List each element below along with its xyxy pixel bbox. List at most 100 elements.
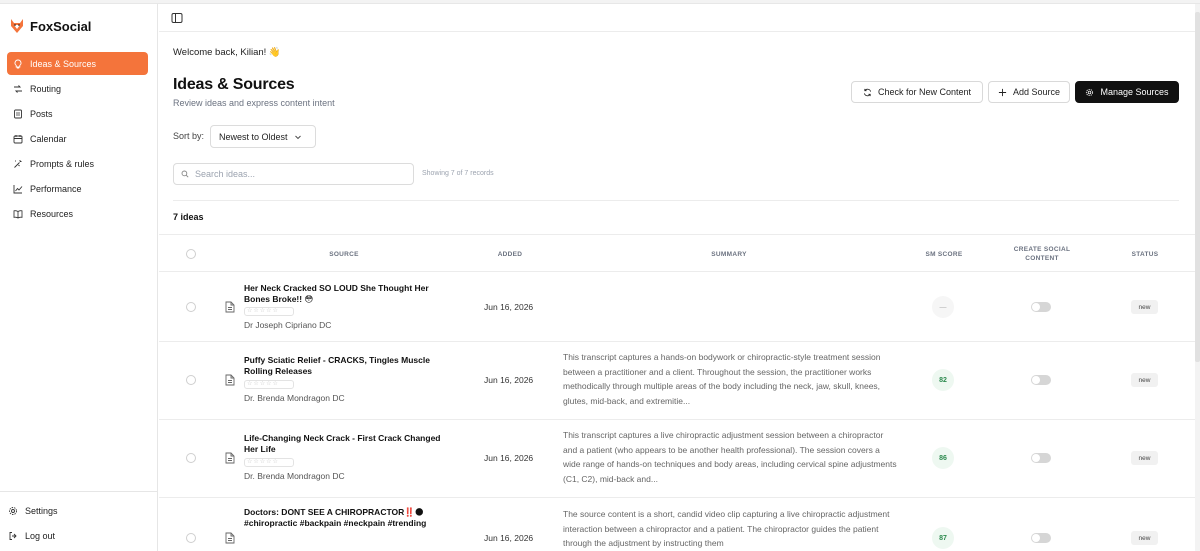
idea-added-date: Jun 16, 2026 bbox=[484, 453, 534, 463]
wand-icon bbox=[14, 159, 22, 168]
sidebar-item-performance[interactable]: Performance bbox=[7, 177, 148, 200]
sidebar-item-label: Log out bbox=[25, 530, 56, 541]
idea-title[interactable]: Puffy Sciatic Relief - CRACKS, Tingles M… bbox=[244, 355, 454, 377]
rating-stars[interactable]: ☆☆☆☆☆ bbox=[244, 380, 294, 389]
row-checkbox[interactable] bbox=[186, 453, 196, 463]
document-icon bbox=[225, 374, 235, 386]
section-divider bbox=[173, 200, 1179, 201]
sidebar-item-settings[interactable]: Settings bbox=[2, 499, 152, 522]
sidebar: FoxSocial Ideas & Sources Routing Posts … bbox=[0, 4, 158, 551]
table-row[interactable]: Her Neck Cracked SO LOUD She Thought Her… bbox=[159, 272, 1195, 342]
sidebar-item-routing[interactable]: Routing bbox=[7, 77, 148, 100]
book-icon bbox=[13, 209, 23, 219]
sidebar-item-label: Resources bbox=[30, 208, 74, 219]
manage-sources-button[interactable]: Manage Sources bbox=[1075, 81, 1179, 103]
document-icon bbox=[14, 109, 22, 118]
routing-icon bbox=[14, 84, 22, 93]
select-all-checkbox[interactable] bbox=[186, 249, 196, 259]
idea-author: Dr. Brenda Mondragon DC bbox=[244, 393, 345, 403]
column-create-social-content[interactable]: CREATE SOCIAL CONTENT bbox=[1009, 245, 1075, 263]
sidebar-divider bbox=[0, 491, 158, 492]
row-checkbox[interactable] bbox=[186, 302, 196, 312]
header-divider bbox=[159, 31, 1195, 32]
idea-title[interactable]: Her Neck Cracked SO LOUD She Thought Her… bbox=[244, 283, 454, 305]
idea-title[interactable]: Life-Changing Neck Crack - First Crack C… bbox=[244, 433, 454, 455]
sm-score-badge: 86 bbox=[932, 447, 954, 469]
sidebar-item-label: Performance bbox=[30, 183, 82, 194]
sidebar-item-prompts-rules[interactable]: Prompts & rules bbox=[7, 152, 148, 175]
search-box[interactable] bbox=[173, 163, 414, 185]
chevron-down-icon bbox=[294, 135, 301, 139]
sidebar-item-calendar[interactable]: Calendar bbox=[7, 127, 148, 150]
check-new-content-button[interactable]: Check for New Content bbox=[851, 81, 983, 103]
plus-icon bbox=[998, 88, 1007, 96]
create-content-toggle[interactable] bbox=[1031, 375, 1051, 385]
add-source-button[interactable]: Add Source bbox=[988, 81, 1070, 103]
gear-icon bbox=[9, 506, 17, 515]
sidebar-item-label: Ideas & Sources bbox=[30, 58, 97, 69]
idea-added-date: Jun 16, 2026 bbox=[484, 302, 534, 312]
idea-title[interactable]: Doctors: DONT SEE A CHIROPRACTOR‼️🌑 #chi… bbox=[244, 507, 454, 529]
create-content-toggle[interactable] bbox=[1031, 302, 1051, 312]
rating-stars[interactable]: ☆☆☆☆☆ bbox=[244, 307, 294, 316]
column-status[interactable]: STATUS bbox=[1115, 250, 1175, 259]
idea-summary: This transcript captures a hands-on body… bbox=[563, 352, 881, 406]
sidebar-item-label: Prompts & rules bbox=[30, 158, 95, 169]
idea-added-date: Jun 16, 2026 bbox=[484, 375, 534, 385]
table-row[interactable]: Puffy Sciatic Relief - CRACKS, Tingles M… bbox=[159, 342, 1195, 420]
idea-author: Dr. Brenda Mondragon DC bbox=[244, 471, 345, 481]
document-icon bbox=[225, 301, 235, 313]
records-count: Showing 7 of 7 records bbox=[422, 170, 494, 177]
brand[interactable]: FoxSocial bbox=[10, 16, 91, 36]
status-badge: new bbox=[1131, 451, 1158, 465]
sidebar-item-ideas-sources[interactable]: Ideas & Sources bbox=[7, 52, 148, 75]
column-added[interactable]: ADDED bbox=[480, 250, 540, 259]
check-new-content-label: Check for New Content bbox=[877, 87, 972, 97]
column-summary[interactable]: SUMMARY bbox=[689, 250, 769, 259]
sidebar-item-logout[interactable]: Log out bbox=[2, 524, 152, 547]
welcome-message: Welcome back, Kilian! 👋 bbox=[173, 47, 281, 58]
page-scrollbar[interactable] bbox=[1195, 4, 1200, 551]
sidebar-item-resources[interactable]: Resources bbox=[7, 202, 148, 225]
sm-score-badge: 82 bbox=[932, 369, 954, 391]
scrollbar-thumb[interactable] bbox=[1195, 12, 1200, 362]
status-badge: new bbox=[1131, 300, 1158, 314]
status-badge: new bbox=[1131, 531, 1158, 545]
sort-label: Sort by: bbox=[173, 131, 205, 141]
ideas-table: SOURCE ADDED SUMMARY SM SCORE CREATE SOC… bbox=[159, 234, 1195, 551]
main-content: Welcome back, Kilian! 👋 Ideas & Sources … bbox=[159, 4, 1195, 551]
sidebar-item-label: Routing bbox=[30, 83, 62, 94]
ideas-count: 7 ideas bbox=[173, 212, 204, 222]
page-title: Ideas & Sources bbox=[173, 76, 295, 93]
search-input[interactable] bbox=[195, 169, 395, 179]
column-source[interactable]: SOURCE bbox=[309, 250, 379, 259]
sidebar-toggle-icon[interactable] bbox=[171, 12, 183, 24]
calendar-icon bbox=[13, 134, 23, 143]
idea-summary: The source content is a short, candid vi… bbox=[563, 509, 890, 548]
row-checkbox[interactable] bbox=[186, 375, 196, 385]
chart-icon bbox=[13, 184, 23, 193]
table-row[interactable]: Doctors: DONT SEE A CHIROPRACTOR‼️🌑 #chi… bbox=[159, 498, 1195, 551]
column-sm-score[interactable]: SM SCORE bbox=[914, 250, 974, 259]
sidebar-item-posts[interactable]: Posts bbox=[7, 102, 148, 125]
add-source-label: Add Source bbox=[1012, 87, 1061, 97]
rating-stars[interactable]: ☆☆☆☆☆ bbox=[244, 458, 294, 467]
row-checkbox[interactable] bbox=[186, 533, 196, 543]
create-content-toggle[interactable] bbox=[1031, 533, 1051, 543]
brand-name: FoxSocial bbox=[30, 18, 92, 34]
manage-sources-label: Manage Sources bbox=[1100, 87, 1169, 97]
sidebar-item-label: Posts bbox=[30, 108, 53, 119]
table-row[interactable]: Life-Changing Neck Crack - First Crack C… bbox=[159, 420, 1195, 498]
status-badge: new bbox=[1131, 373, 1158, 387]
sidebar-item-label: Settings bbox=[25, 505, 58, 516]
document-icon bbox=[225, 452, 235, 464]
sidebar-bottom-nav: Settings Log out bbox=[2, 499, 152, 549]
sort-dropdown[interactable]: Newest to Oldest bbox=[210, 125, 316, 148]
sidebar-item-label: Calendar bbox=[30, 133, 67, 144]
refresh-icon bbox=[863, 88, 872, 96]
create-content-toggle[interactable] bbox=[1031, 453, 1051, 463]
lightbulb-icon bbox=[14, 59, 22, 68]
sm-score-badge: — bbox=[932, 296, 954, 318]
document-icon bbox=[225, 532, 235, 544]
fox-logo-icon bbox=[11, 19, 23, 33]
